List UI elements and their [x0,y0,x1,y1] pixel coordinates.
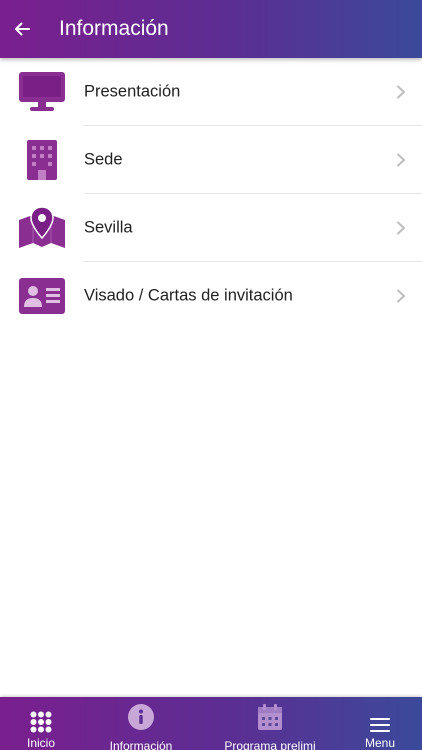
map-pin-icon [18,206,66,250]
tab-label: Menu [364,736,396,750]
tab-label: Programa prelimi [224,739,316,750]
info-icon [127,703,155,731]
tab-label: Información [109,739,173,750]
info-list: Presentación Sede Sevilla Visado / Carta… [0,58,422,330]
id-card-icon [18,274,66,318]
building-icon [18,138,66,182]
bottom-tab-bar: Inicio Información Programa prelimi Menu [0,697,422,750]
arrow-left-icon [15,22,30,36]
list-item-visado[interactable]: Visado / Cartas de invitación [0,262,422,330]
monitor-icon [18,70,66,114]
tab-label: Inicio [26,736,55,750]
chevron-right-icon [397,221,405,235]
calendar-icon [257,703,283,731]
list-item-label: Sevilla [84,218,133,237]
tab-informacion[interactable]: Información [100,697,182,750]
app-header: Información [0,0,422,58]
page-title: Información [59,17,169,40]
tab-inicio[interactable]: Inicio [6,697,76,750]
list-item-sede[interactable]: Sede [0,126,422,194]
list-item-label: Sede [84,150,123,169]
list-item-sevilla[interactable]: Sevilla [0,194,422,262]
list-item-label: Presentación [84,82,181,101]
chevron-right-icon [397,85,405,99]
tab-programa[interactable]: Programa prelimi [222,697,318,750]
list-item-label: Visado / Cartas de invitación [84,286,293,305]
grid-dots-icon [30,703,52,733]
list-item-presentacion[interactable]: Presentación [0,58,422,126]
chevron-right-icon [397,153,405,167]
tab-menu[interactable]: Menu [350,697,410,750]
chevron-right-icon [397,289,405,303]
hamburger-icon [370,703,390,733]
back-button[interactable] [0,0,44,58]
